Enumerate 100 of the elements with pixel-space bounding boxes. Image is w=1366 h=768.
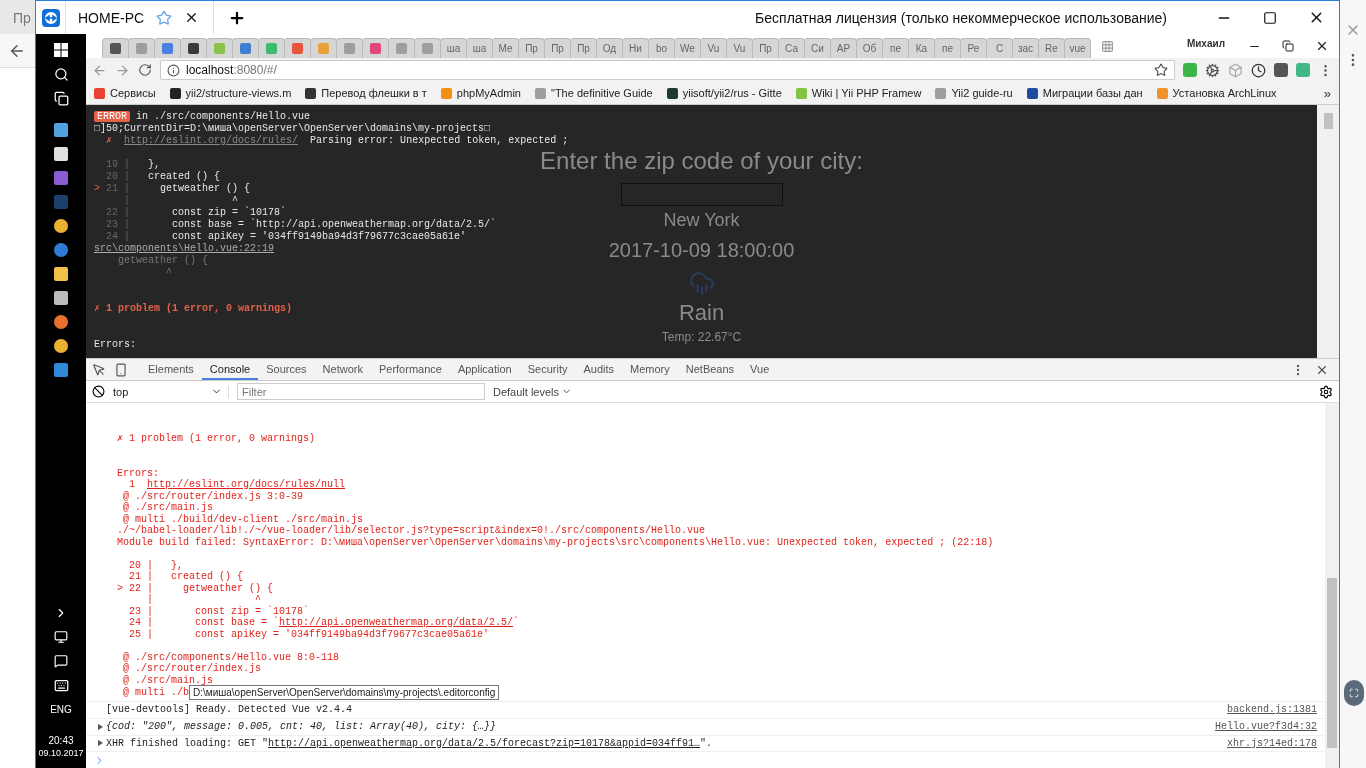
levels-dropdown[interactable]: Default levels xyxy=(493,385,573,398)
network-icon[interactable] xyxy=(54,630,68,644)
extension-icon[interactable] xyxy=(1274,63,1288,77)
inspect-icon[interactable] xyxy=(92,362,106,377)
devtools-tab[interactable]: Memory xyxy=(622,359,678,380)
search-icon[interactable] xyxy=(53,66,69,82)
clock-time[interactable]: 20:43 xyxy=(48,734,74,747)
gear-icon[interactable] xyxy=(1205,62,1220,78)
city-name: New York xyxy=(663,210,740,231)
bookmark[interactable]: Установка ArchLinux xyxy=(1156,87,1277,99)
browser-tab[interactable] xyxy=(102,38,129,58)
devtools-tab[interactable]: Security xyxy=(519,359,576,380)
context-select[interactable]: top xyxy=(113,385,229,398)
app-icon[interactable] xyxy=(54,219,68,233)
bookmark[interactable]: Wiki | Yii PHP Framew xyxy=(795,87,922,99)
file-location-link[interactable]: src\components\Hello.vue:22:19 xyxy=(94,243,275,254)
browser-tab[interactable]: vue xyxy=(1064,38,1091,58)
star-icon[interactable] xyxy=(156,9,173,26)
devtools-tab[interactable]: Console xyxy=(201,359,259,380)
bookmark[interactable]: Перевод флешки в т xyxy=(305,87,427,99)
browser-tab[interactable]: Пр xyxy=(518,38,545,58)
scrollbar-thumb[interactable] xyxy=(1323,113,1333,129)
filter-field[interactable]: Filter xyxy=(237,383,485,400)
source-link[interactable]: Hello.vue?f3d4:32 xyxy=(1214,721,1317,733)
browser-tab[interactable]: Ка xyxy=(908,38,935,58)
devtools-tab[interactable]: NetBeans xyxy=(677,359,743,380)
browser-tab[interactable]: Пр xyxy=(570,38,597,58)
expand-icon[interactable] xyxy=(98,740,103,747)
browser-tab[interactable] xyxy=(180,38,207,58)
timer-icon[interactable] xyxy=(1251,62,1266,78)
reload-icon[interactable] xyxy=(138,63,152,77)
code-line: 24 | const apiKey = '034ff9149ba94d3f79677c3cae05a61e' xyxy=(105,231,468,243)
browser-tab[interactable]: С xyxy=(986,38,1013,58)
bookmark[interactable]: yiisoft/yii2/rus - Gitte xyxy=(666,87,782,99)
browser-tab[interactable]: Vu xyxy=(726,38,753,58)
devtools-tab[interactable]: Application xyxy=(449,359,520,380)
info-icon[interactable] xyxy=(167,63,180,77)
app-icon[interactable] xyxy=(54,243,68,257)
devtools-tab[interactable]: Elements xyxy=(140,359,202,380)
bookmark[interactable]: Миграции базы дан xyxy=(1026,87,1143,99)
bookmark[interactable]: "The definitive Guide xyxy=(535,87,653,99)
browser-tab[interactable]: Ре xyxy=(960,38,987,58)
browser-tab[interactable]: АР xyxy=(830,38,857,58)
bookmark[interactable]: yii2/structure-views.m xyxy=(169,87,292,99)
profile-name[interactable]: Михаил xyxy=(1166,38,1237,54)
forward-icon[interactable] xyxy=(115,62,130,78)
error-text: @ ./src/main.js xyxy=(122,502,214,514)
prompt-icon[interactable] xyxy=(94,754,105,766)
browser-tab[interactable]: Ме xyxy=(492,38,519,58)
browser-tab[interactable]: Re xyxy=(1038,38,1065,58)
settings-icon[interactable] xyxy=(1319,384,1333,399)
task-view-icon[interactable] xyxy=(53,90,69,106)
source-link[interactable]: backend.js:1381 xyxy=(1227,704,1317,716)
device-icon[interactable] xyxy=(114,362,128,377)
grid-icon[interactable] xyxy=(1100,39,1114,53)
more-bookmarks[interactable]: » xyxy=(1323,85,1331,101)
remote-badge-icon[interactable] xyxy=(1344,680,1364,706)
browser-tab[interactable]: Са xyxy=(778,38,805,58)
close-icon[interactable] xyxy=(1315,39,1329,53)
browser-tab[interactable]: We xyxy=(674,38,701,58)
star-icon[interactable] xyxy=(1154,63,1168,77)
browser-tab[interactable]: пе xyxy=(934,38,961,58)
source-link[interactable]: xhr.js?14ed:178 xyxy=(1227,737,1317,749)
browser-tab[interactable]: Vu xyxy=(700,38,727,58)
browser-tab[interactable]: пе xyxy=(882,38,909,58)
browser-tab[interactable]: Од xyxy=(596,38,623,58)
devtools-tab[interactable]: Sources xyxy=(258,359,315,380)
browser-tab[interactable]: Пр xyxy=(544,38,571,58)
browser-tab[interactable]: ша xyxy=(466,38,493,58)
bookmark[interactable]: phpMyAdmin xyxy=(440,87,521,99)
scrollbar-thumb[interactable] xyxy=(1327,578,1337,748)
maximize-icon[interactable] xyxy=(1263,10,1277,25)
address-field[interactable]: localhost:8080/#/ xyxy=(160,60,1175,80)
devtools-tab[interactable]: Performance xyxy=(370,359,450,380)
code-line: ^ xyxy=(165,267,173,279)
browser-tab[interactable]: зас xyxy=(1012,38,1039,58)
keyboard-icon[interactable] xyxy=(53,677,69,693)
browser-tab[interactable]: Пр xyxy=(752,38,779,58)
devtools-tab[interactable]: Vue xyxy=(742,359,778,380)
devtools-tab[interactable]: Network xyxy=(314,359,371,380)
clear-console-icon[interactable] xyxy=(92,385,105,398)
windows-logo-icon[interactable] xyxy=(54,43,68,57)
app-icon[interactable] xyxy=(54,339,68,353)
browser-tab[interactable]: bo xyxy=(648,38,675,58)
browser-tab[interactable]: Си xyxy=(804,38,831,58)
language-indicator[interactable]: ENG xyxy=(50,703,72,716)
app-icon[interactable] xyxy=(54,315,68,329)
bookmark[interactable]: Yii2 guide-ru xyxy=(935,87,1013,99)
browser-tab[interactable]: Об xyxy=(856,38,883,58)
restore-icon[interactable] xyxy=(1282,40,1294,52)
expand-icon[interactable] xyxy=(98,723,103,730)
bookmark[interactable]: Сервисы xyxy=(94,87,156,99)
browser-tab[interactable]: ша xyxy=(440,38,467,58)
error-text: @ ./src/main.js xyxy=(122,674,214,686)
tab-label[interactable]: Пр xyxy=(0,0,35,34)
window-title: Бесплатная лицензия (только некоммерческое использование) xyxy=(754,9,1168,26)
browser-tab[interactable]: Ни xyxy=(622,38,649,58)
clock-date[interactable]: 09.10.2017 xyxy=(38,747,84,760)
devtools-tab[interactable]: Audits xyxy=(575,359,623,380)
notification-icon[interactable] xyxy=(54,654,68,668)
